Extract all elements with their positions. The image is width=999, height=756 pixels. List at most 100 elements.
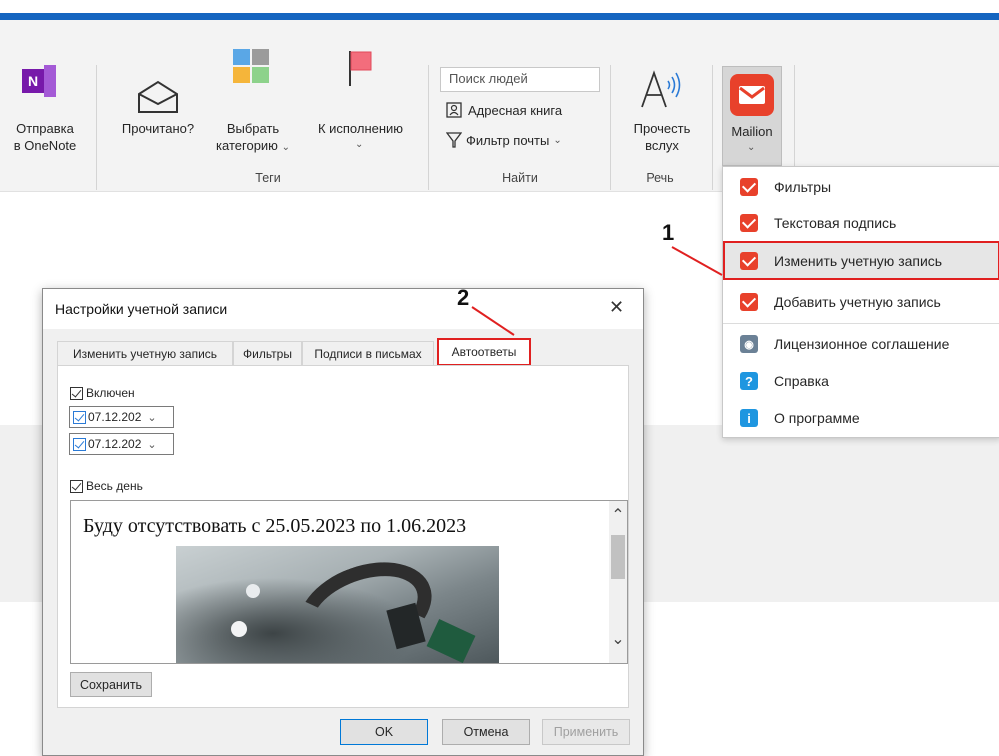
follow-up-label: К исполнению	[317, 121, 404, 136]
mailion-icon	[730, 74, 774, 116]
search-people-placeholder: Поиск людей	[449, 71, 528, 86]
editor-scrollbar[interactable]: ⌃ ⌄	[609, 501, 627, 663]
mailion-icon	[740, 293, 758, 311]
date-to-value: 07.12.202	[88, 437, 142, 451]
envelope-open-icon	[138, 80, 178, 113]
categorize-label-line2: категорию	[216, 138, 278, 153]
scroll-up-icon[interactable]: ⌃	[609, 505, 627, 525]
all-day-label: Весь день	[86, 479, 143, 493]
auto-reply-editor[interactable]: Буду отсутствовать с 25.05.2023 по 1.06.…	[70, 500, 628, 664]
tab-signatures[interactable]: Подписи в письмах	[302, 341, 434, 365]
menu-item-help[interactable]: ? Справка	[723, 363, 999, 399]
annotation-line-2	[471, 306, 515, 336]
cancel-button[interactable]: Отмена	[442, 719, 530, 745]
dialog-titlebar: Настройки учетной записи ✕	[43, 289, 643, 329]
scroll-down-icon[interactable]: ⌄	[609, 629, 627, 649]
lock-icon: ◉	[740, 335, 758, 353]
menu-item-label: Текстовая подпись	[774, 215, 897, 231]
embedded-photo	[176, 546, 499, 663]
apply-button[interactable]: Применить	[542, 719, 630, 745]
menu-item-label: Лицензионное соглашение	[774, 336, 950, 352]
date-from-value: 07.12.202	[88, 410, 142, 424]
question-icon: ?	[740, 372, 758, 390]
menu-item-label: Добавить учетную запись	[774, 294, 941, 310]
menu-item-about[interactable]: i О программе	[723, 400, 999, 436]
filter-mail-label: Фильтр почты	[466, 132, 550, 148]
ribbon-separator	[712, 65, 713, 190]
menu-item-label: Фильтры	[774, 179, 832, 195]
ribbon-separator	[428, 65, 429, 190]
address-book-button[interactable]: Адресная книга	[446, 100, 562, 120]
menu-item-add-account[interactable]: Добавить учетную запись	[723, 284, 999, 320]
checkbox-checked	[70, 479, 83, 493]
menu-item-license[interactable]: ◉ Лицензионное соглашение	[723, 326, 999, 362]
mailion-button[interactable]: Mailion ⌄	[722, 66, 782, 166]
tab-filters[interactable]: Фильтры	[233, 341, 302, 365]
address-book-label: Адресная книга	[468, 102, 563, 118]
categorize-button[interactable]: Выбрать категорию ⌄	[198, 46, 290, 166]
address-book-icon	[446, 102, 462, 118]
dialog-tabs: Изменить учетную запись Фильтры Подписи …	[57, 338, 577, 366]
mailion-icon	[740, 178, 758, 196]
chevron-down-icon: ⌄	[355, 139, 364, 150]
tab-auto-replies[interactable]: Автоответы	[437, 338, 531, 366]
tab-label: Изменить учетную запись	[72, 346, 218, 361]
date-to-picker[interactable]: 07.12.202 ⌄	[69, 433, 174, 455]
enabled-label: Включен	[86, 386, 135, 400]
mailion-icon	[740, 214, 758, 232]
save-label: Сохранить	[79, 677, 143, 692]
read-aloud-button[interactable]: Прочесть вслух	[614, 55, 710, 165]
tab-label: Фильтры	[243, 346, 292, 361]
auto-reply-text: Буду отсутствовать с 25.05.2023 по 1.06.…	[83, 515, 467, 537]
read-label: Прочитано?	[121, 121, 195, 136]
ok-label: OK	[374, 725, 394, 739]
info-icon: i	[740, 409, 758, 427]
mailion-icon	[740, 251, 758, 270]
checkbox-checked	[70, 386, 83, 400]
enabled-checkbox[interactable]: Включен	[70, 386, 135, 400]
funnel-icon	[446, 132, 462, 148]
filter-mail-button[interactable]: Фильтр почты ⌄	[446, 130, 562, 150]
follow-up-button[interactable]: К исполнению ⌄	[303, 46, 418, 166]
annotation-line-1	[671, 246, 723, 276]
onenote-label-line2: в OneNote	[13, 138, 77, 153]
read-unread-button[interactable]: Прочитано?	[108, 60, 208, 160]
close-icon[interactable]: ✕	[609, 297, 624, 318]
mailion-label: Mailion	[731, 124, 773, 139]
account-settings-dialog: Настройки учетной записи ✕ Изменить учет…	[42, 288, 644, 756]
categorize-label-line1: Выбрать	[226, 121, 280, 136]
send-to-onenote-button[interactable]: N Отправка в OneNote	[0, 65, 90, 180]
red-flag-icon	[349, 51, 372, 86]
save-button[interactable]: Сохранить	[70, 672, 152, 697]
menu-item-text-signature[interactable]: Текстовая подпись	[723, 205, 999, 241]
mailion-dropdown-menu: Фильтры Текстовая подпись Изменить учетн…	[722, 166, 999, 438]
menu-item-change-account[interactable]: Изменить учетную запись	[723, 241, 999, 280]
title-accent-bar	[0, 13, 999, 20]
chevron-down-icon: ⌄	[553, 134, 562, 146]
menu-item-label: О программе	[774, 410, 860, 426]
checkbox-checked	[73, 437, 86, 451]
annotation-step-1: 1	[662, 220, 675, 245]
tab-label: Автоответы	[451, 345, 517, 359]
search-people-input[interactable]: Поиск людей	[440, 67, 600, 92]
checkbox-checked	[73, 410, 86, 424]
onenote-icon: N	[22, 65, 56, 97]
menu-item-label: Справка	[774, 373, 829, 389]
tags-group-label: Теги	[255, 171, 281, 185]
window-top	[0, 0, 999, 14]
scroll-thumb[interactable]	[611, 535, 625, 579]
categories-icon	[233, 49, 271, 85]
tab-change-account[interactable]: Изменить учетную запись	[57, 341, 233, 365]
ribbon-separator	[610, 65, 611, 190]
menu-item-filters[interactable]: Фильтры	[723, 169, 999, 205]
find-group-label: Найти	[502, 171, 538, 185]
chevron-down-icon: ⌄	[747, 142, 756, 153]
speech-group-label: Речь	[646, 171, 674, 185]
all-day-checkbox[interactable]: Весь день	[70, 479, 143, 493]
ok-button[interactable]: OK	[340, 719, 428, 745]
ribbon-separator	[96, 65, 97, 190]
apply-label: Применить	[553, 725, 619, 739]
read-aloud-line2: вслух	[645, 138, 679, 153]
read-aloud-icon	[641, 70, 681, 108]
date-from-picker[interactable]: 07.12.202 ⌄	[69, 406, 174, 428]
